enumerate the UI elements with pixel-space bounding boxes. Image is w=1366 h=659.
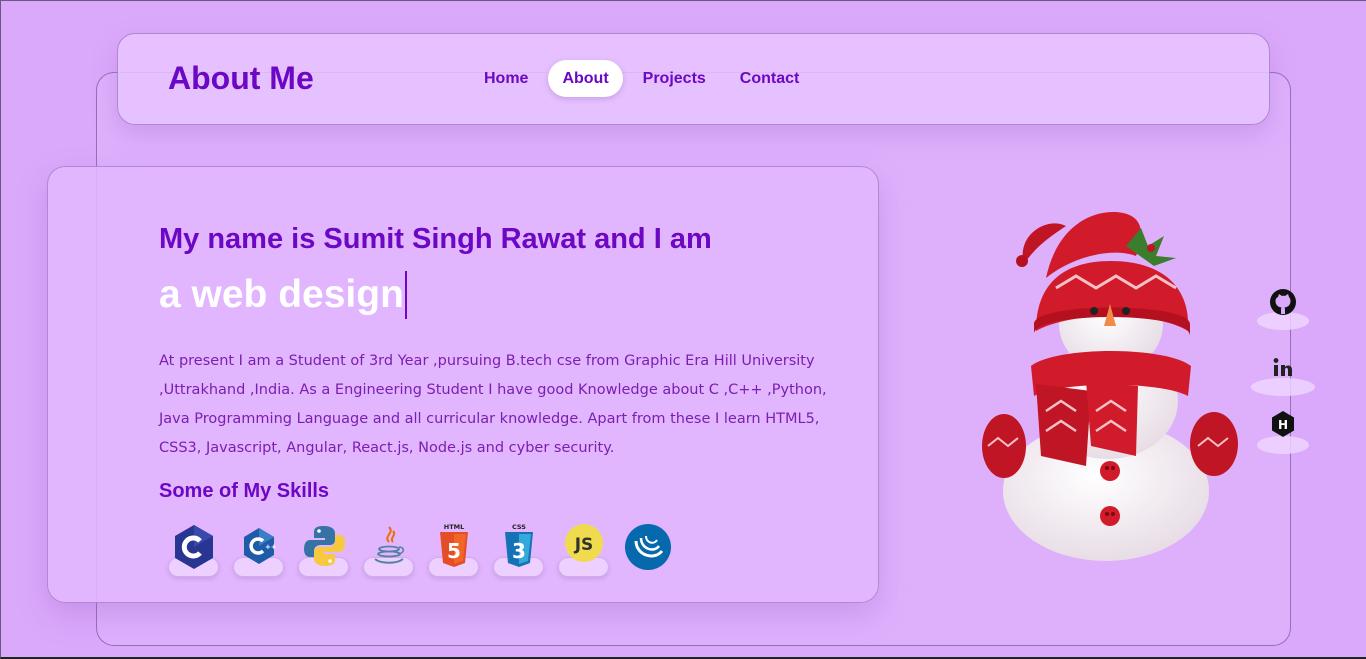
nav-home[interactable]: Home (470, 60, 542, 97)
hashnode-icon: H (1272, 411, 1294, 437)
java-icon (374, 526, 405, 564)
javascript-icon: JS (565, 524, 603, 562)
skill-python[interactable] (298, 523, 349, 577)
skill-cpp[interactable]: ++ (233, 523, 284, 577)
svg-text:JS: JS (574, 535, 594, 555)
skill-css3[interactable]: CSS 3 (493, 523, 544, 577)
python-icon (304, 526, 345, 566)
github-icon (1270, 289, 1296, 315)
cpp-icon: ++ (244, 528, 277, 564)
skill-jquery[interactable] (623, 523, 674, 577)
social-linkedin[interactable] (1251, 344, 1321, 404)
social-pill (1257, 436, 1309, 454)
nav-projects[interactable]: Projects (629, 60, 720, 97)
svg-text:3: 3 (512, 539, 526, 563)
linkedin-icon (1273, 358, 1292, 376)
navbar: About Me Home About Projects Contact (117, 33, 1270, 125)
nav-contact[interactable]: Contact (726, 60, 814, 97)
svg-text:CSS: CSS (512, 523, 526, 531)
skills-list: ++ HTML 5 CSS 3 JS (168, 523, 674, 577)
social-github[interactable] (1251, 284, 1321, 344)
jquery-icon (625, 524, 671, 570)
nav-links: Home About Projects Contact (470, 60, 813, 97)
html5-icon: HTML 5 (440, 523, 468, 567)
svg-text:++: ++ (265, 543, 277, 551)
intro-heading: My name is Sumit Singh Rawat and I am (159, 223, 712, 255)
skill-c[interactable] (168, 523, 219, 577)
css3-icon: CSS 3 (505, 523, 533, 567)
about-description: At present I am a Student of 3rd Year ,p… (159, 353, 827, 456)
social-hashnode[interactable]: H (1251, 404, 1321, 464)
typing-text: a web design (159, 271, 407, 319)
skills-title: Some of My Skills (159, 480, 330, 502)
svg-text:H: H (1278, 418, 1288, 432)
c-icon (175, 525, 213, 569)
social-links: H (1251, 284, 1321, 464)
skill-html5[interactable]: HTML 5 (428, 523, 479, 577)
svg-text:5: 5 (447, 539, 461, 563)
snowman-illustration (982, 211, 1238, 561)
svg-text:HTML: HTML (444, 523, 464, 531)
skill-java[interactable] (363, 523, 414, 577)
about-card: My name is Sumit Singh Rawat and I am a … (47, 166, 879, 603)
skill-javascript[interactable]: JS (558, 523, 609, 577)
brand-title: About Me (168, 60, 314, 96)
nav-about[interactable]: About (548, 60, 623, 97)
